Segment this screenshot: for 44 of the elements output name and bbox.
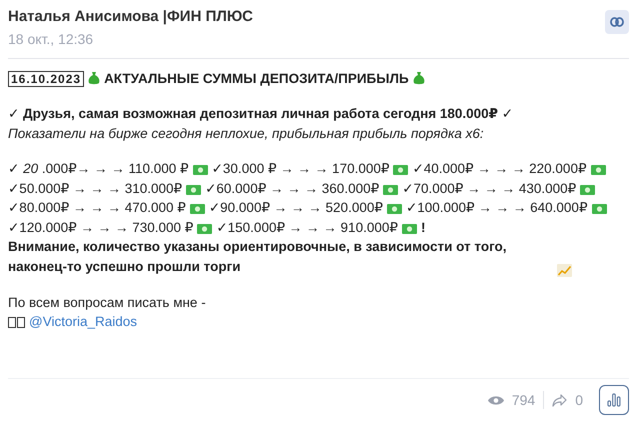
- share-count: 0: [575, 390, 583, 410]
- earning-step: ✓ 20 .000₽→ → → 110.000 ₽: [8, 161, 189, 176]
- intro-text: ✓ Друзья, самая возможная депозитная личная работа сегодня 180.000₽ ✓: [8, 105, 514, 124]
- earning-step: ✓60.000₽ → → → 360.000₽: [205, 180, 380, 196]
- headline: АКТУАЛЬНЫЕ СУММЫ ДЕПОЗИТА/ПРИБЫЛЬ: [104, 70, 409, 86]
- cash-icon: [590, 165, 606, 176]
- subtitle-text: Показатели на бирже сегодня неплохие, прибыльная прибыль порядка х6:: [8, 124, 485, 143]
- link-icon: [610, 17, 624, 27]
- earning-step: ✓90.000₽ → → → 520.000₽: [208, 200, 383, 216]
- earning-step: ✓70.000₽ → → → 430.000₽: [402, 180, 576, 196]
- cash-icon: [386, 204, 402, 214]
- cash-icon: [190, 204, 205, 214]
- missing-glyph-icon: [8, 317, 25, 328]
- statistics-button[interactable]: [599, 385, 629, 415]
- earning-step: ✓120.000₽ → → → 730.000 ₽: [8, 220, 194, 235]
- cash-icon: [592, 204, 607, 214]
- view-count: 794: [512, 390, 536, 410]
- exclamation-mark: !: [420, 220, 426, 235]
- username-link[interactable]: @Victoria_Raidos: [29, 314, 138, 330]
- money-bag-icon: [412, 70, 425, 84]
- bar-chart-icon: [607, 393, 621, 407]
- eye-icon: [488, 394, 504, 406]
- copy-link-button[interactable]: [605, 10, 629, 34]
- share-icon: [552, 394, 568, 406]
- cash-icon: [383, 184, 398, 195]
- cash-icon: [186, 184, 202, 195]
- earning-step: ✓80.000₽ → → → 470.000 ₽: [8, 200, 186, 216]
- earning-step: ✓100.000₽ → → → 640.000₽: [406, 200, 588, 216]
- earning-step: ✓150.000₽ → → → 910.000₽: [216, 220, 398, 235]
- contact-text: По всем вопросам писать мне -: [8, 294, 207, 312]
- earning-step: ✓40.000₽ → → → 220.000₽: [412, 161, 587, 176]
- cash-icon: [197, 224, 212, 234]
- cash-icon: [393, 165, 408, 176]
- author-name: Наталья Анисимова |ФИН ПЛЮС: [8, 7, 253, 27]
- cash-icon: [580, 184, 596, 195]
- earning-step: ✓30.000 ₽ → → → 170.000₽: [212, 161, 390, 176]
- cash-icon: [192, 165, 208, 176]
- cash-icon: [402, 224, 417, 234]
- post-date: 18 окт., 12:36: [8, 30, 94, 48]
- earning-step: ✓50.000₽ → → → 310.000₽: [8, 180, 182, 196]
- notice-text: Внимание, количество указаны ориентировочные, в зависимости от того, наконец-то успешно прошли торги: [8, 238, 508, 276]
- money-bag-icon: [88, 70, 100, 84]
- date-keycaps: 16.10.2023: [8, 70, 84, 86]
- chart-icon: [557, 264, 572, 277]
